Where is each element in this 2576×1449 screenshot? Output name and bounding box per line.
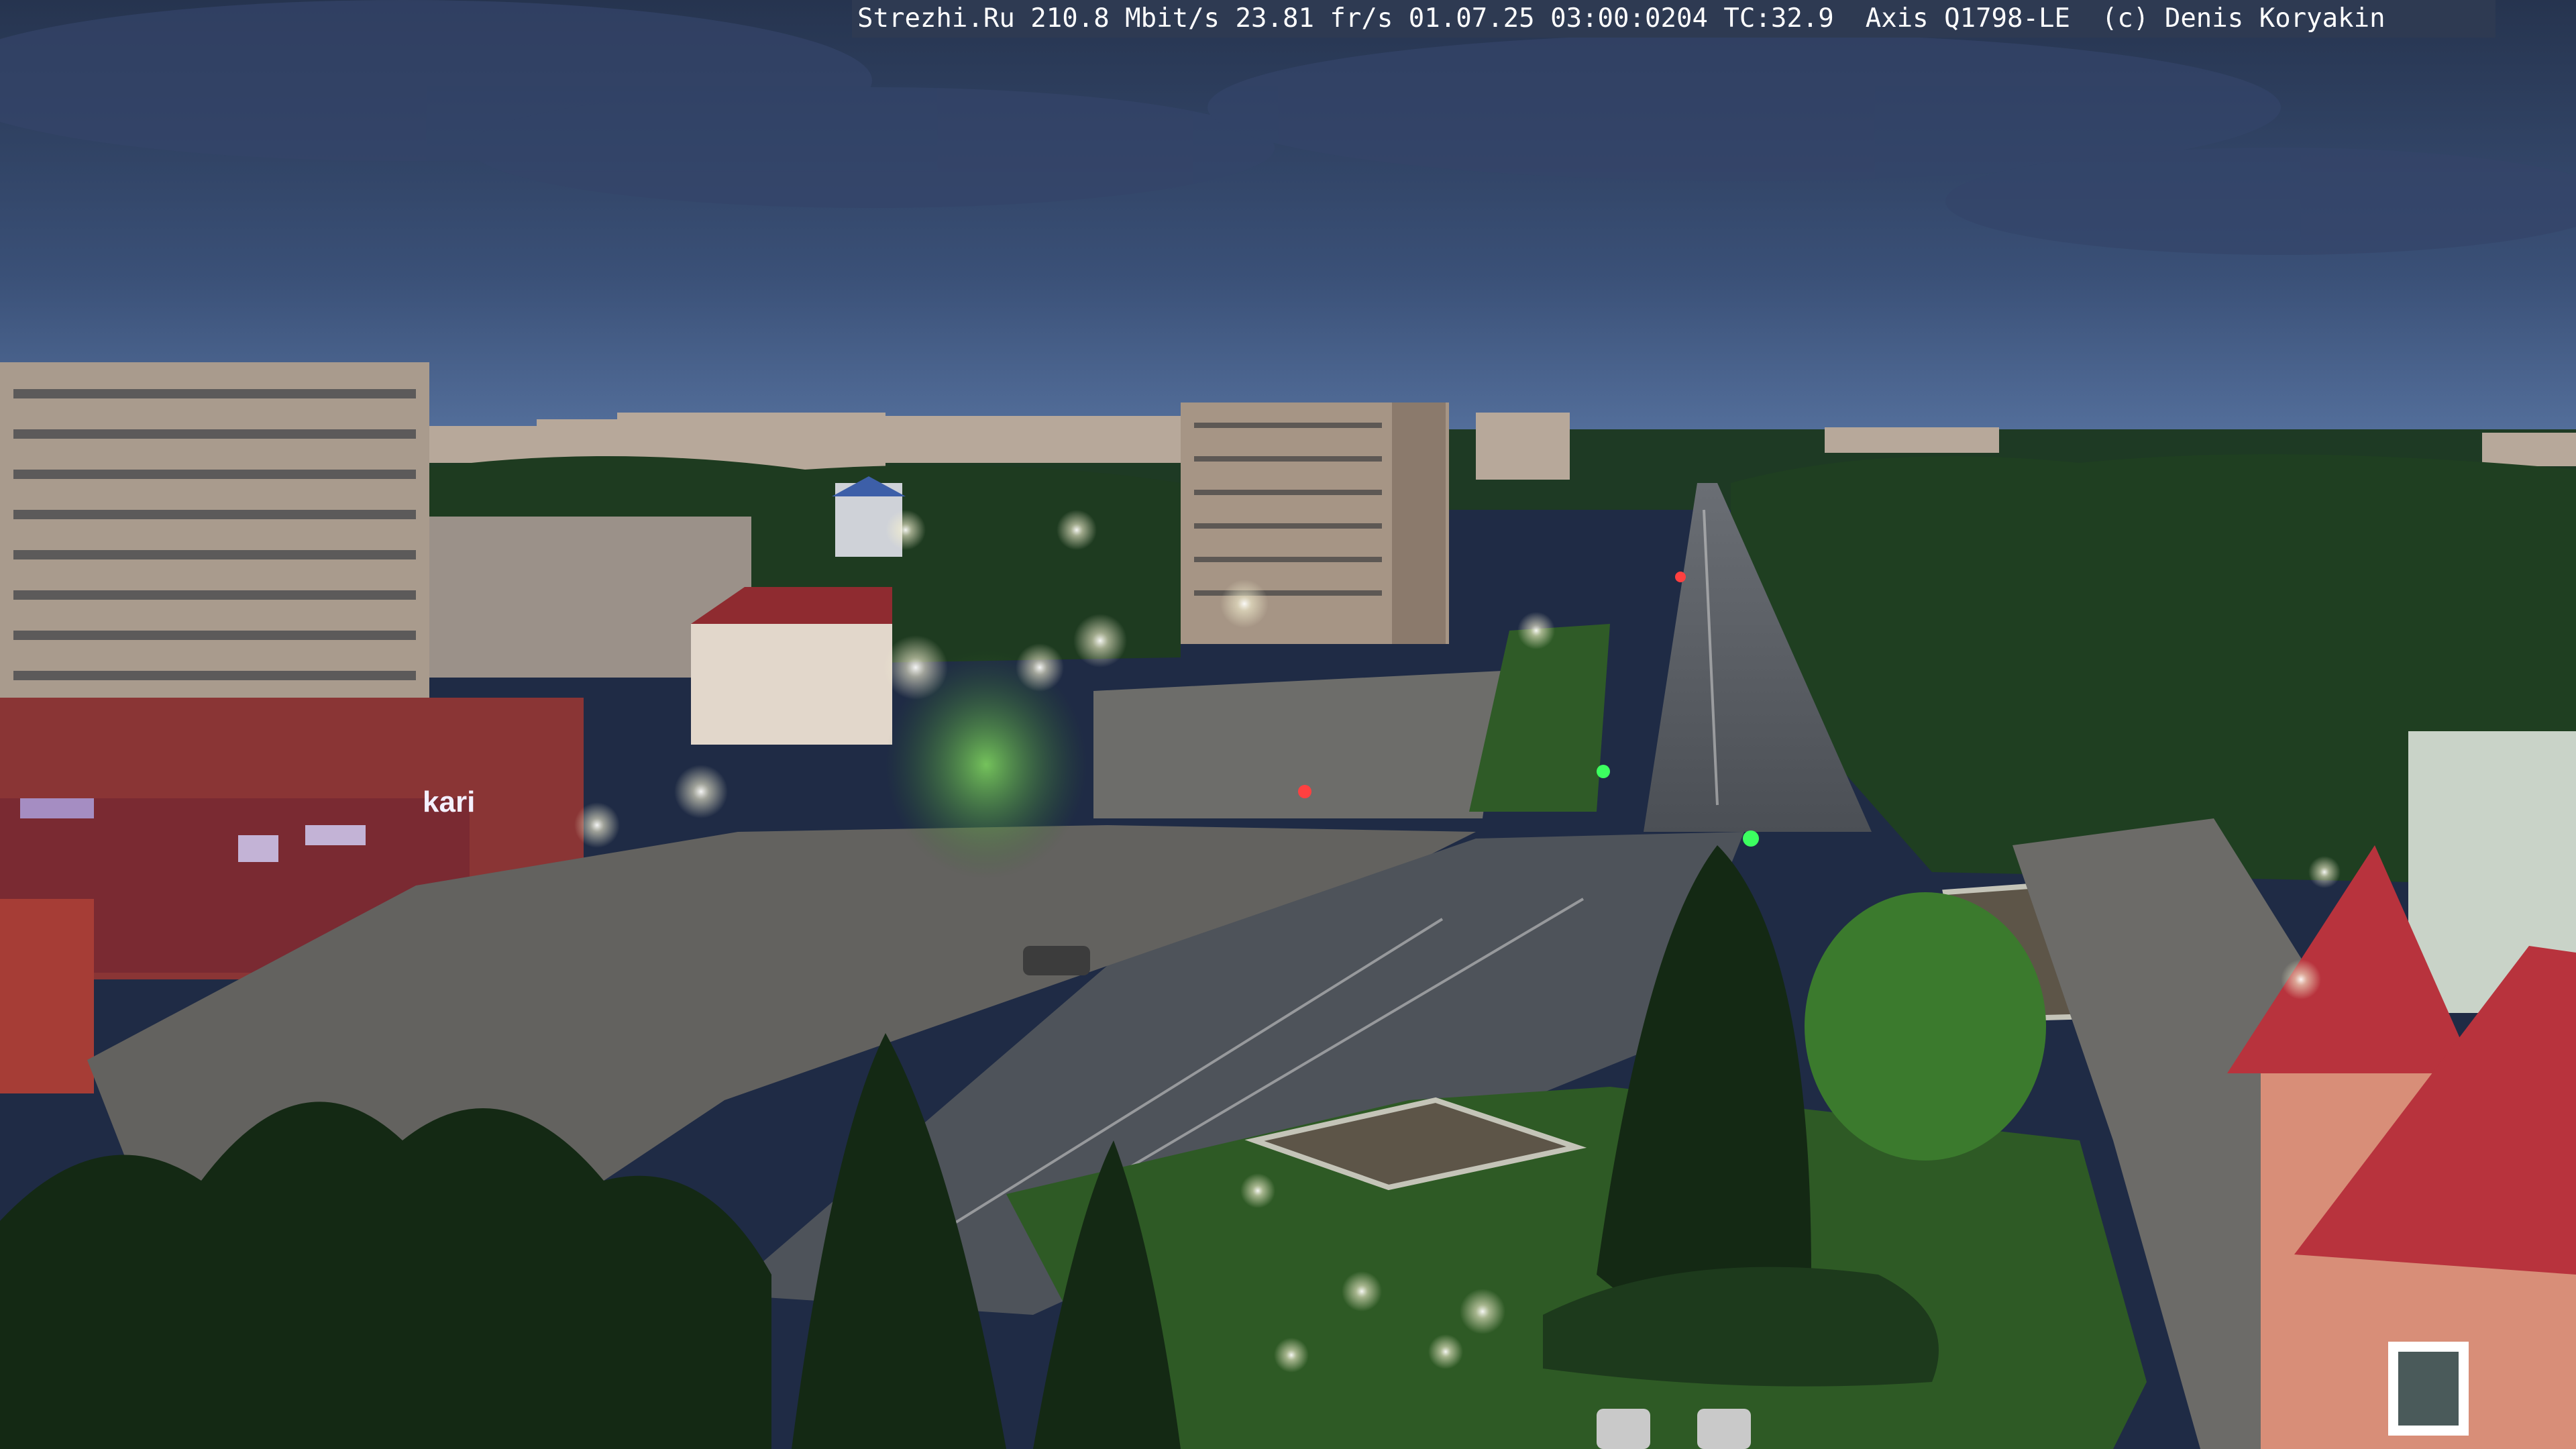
- parked-car-bottom-2: [1697, 1409, 1751, 1449]
- red-roof-house: [691, 587, 892, 745]
- median-green: [1469, 624, 1610, 812]
- far-square: [1093, 671, 1503, 818]
- parked-car-plaza: [1023, 946, 1090, 975]
- parked-car-bottom-1: [1597, 1409, 1650, 1449]
- right-tree-lit: [1805, 892, 2046, 1161]
- camera-overlay-caption: Strezhi.Ru 210.8 Mbit/s 23.81 fr/s 01.07…: [852, 0, 2496, 38]
- kari-sign: kari: [423, 786, 475, 818]
- camera-scene: kari: [0, 0, 2576, 1449]
